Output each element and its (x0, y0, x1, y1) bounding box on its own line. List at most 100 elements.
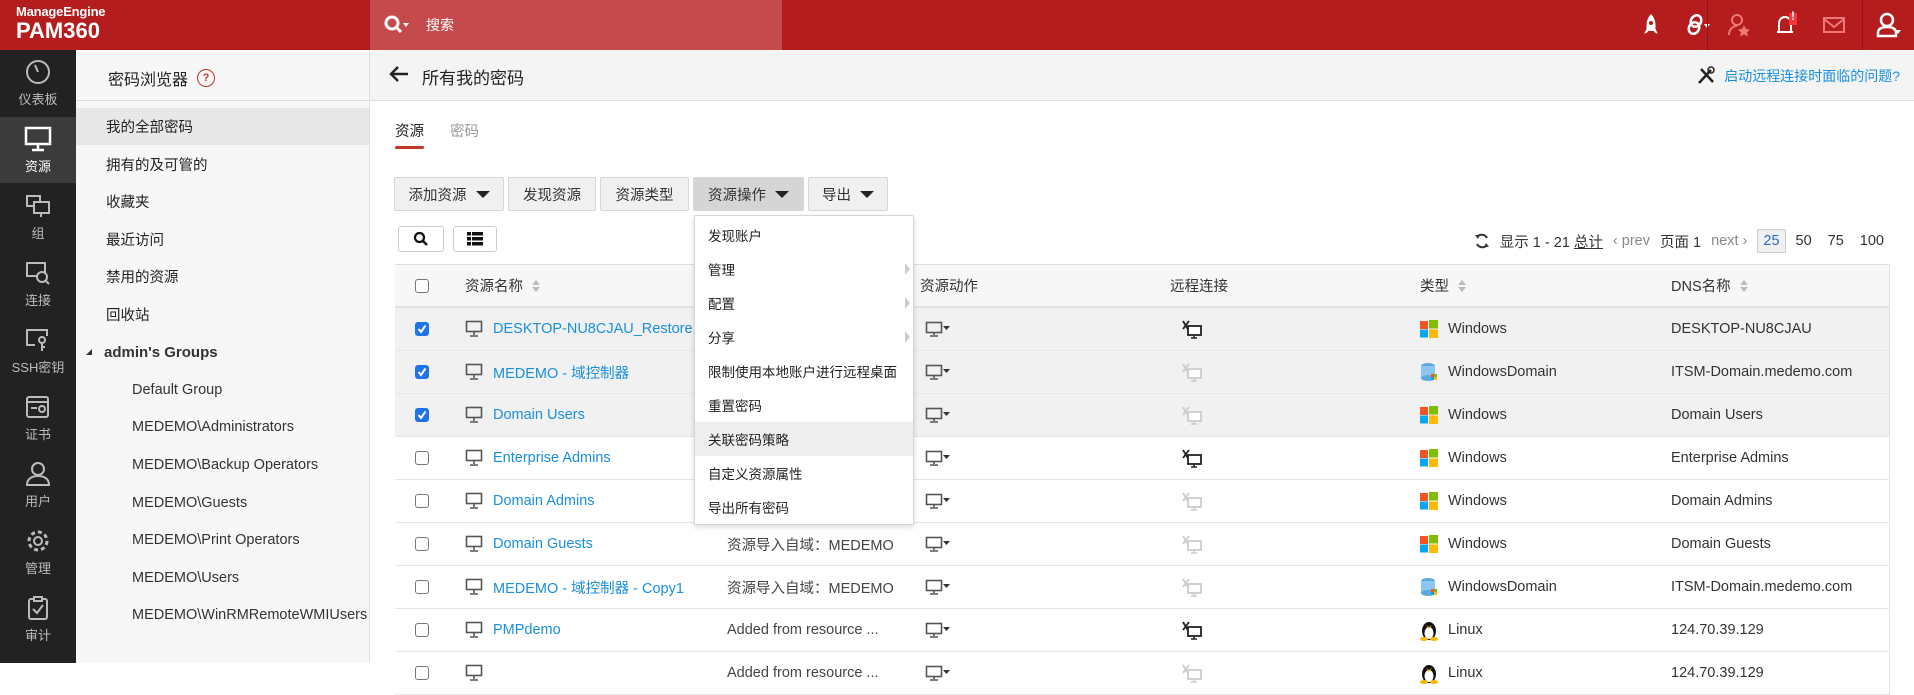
resource-name-link[interactable]: DESKTOP-NU8CJAU_Restore 1 (493, 321, 705, 337)
link-icon[interactable] (1686, 12, 1712, 38)
resource-action-dropdown-icon[interactable] (925, 492, 951, 510)
sort-icon[interactable] (1458, 279, 1466, 292)
row-checkbox[interactable] (415, 322, 429, 336)
nav-item[interactable]: 我的全部密码 (76, 108, 369, 145)
page-size-25[interactable]: 25 (1757, 229, 1786, 253)
module-connection[interactable]: 连接 (0, 251, 76, 317)
row-checkbox[interactable] (415, 580, 429, 594)
row-checkbox[interactable] (415, 623, 429, 637)
menu-item[interactable]: 发现账户 (695, 218, 913, 252)
page-size-100[interactable]: 100 (1860, 233, 1884, 249)
resource-action-dropdown-icon[interactable] (925, 320, 951, 338)
rocket-icon[interactable] (1638, 12, 1664, 38)
row-checkbox[interactable] (415, 451, 429, 465)
resource-name-link[interactable]: Domain Admins (493, 493, 595, 509)
nav-item[interactable]: MEDEMO\WinRMRemoteWMIUsers (76, 597, 369, 634)
table-row[interactable]: Enterprise Admins Windows Enterprise Admin… (395, 437, 1889, 480)
menu-item[interactable]: 分享 (695, 320, 913, 354)
export-button[interactable]: 导出 (808, 177, 888, 211)
user-icon[interactable] (1876, 12, 1902, 38)
prev-button[interactable]: ‹ prev (1613, 233, 1650, 249)
resource-actions-button[interactable]: 资源操作 (693, 177, 804, 211)
resource-action-dropdown-icon[interactable] (925, 621, 951, 639)
column-header-type[interactable]: 类型 (1420, 265, 1466, 306)
resource-action-dropdown-icon[interactable] (925, 578, 951, 596)
page-size-75[interactable]: 75 (1828, 233, 1844, 249)
nav-item[interactable]: 禁用的资源 (76, 258, 369, 295)
row-checkbox[interactable] (415, 537, 429, 551)
menu-item[interactable]: 管理 (695, 252, 913, 286)
logo[interactable]: ManageEngine PAM360 (16, 4, 106, 43)
nav-item[interactable]: 回收站 (76, 296, 369, 333)
resource-types-button[interactable]: 资源类型 (600, 177, 689, 211)
resource-name-link[interactable]: Domain Guests (493, 536, 593, 552)
module-group[interactable]: 组 (0, 184, 76, 250)
table-row[interactable]: Added from resource ... Linux 124.70.39.12… (395, 652, 1889, 695)
resource-action-dropdown-icon[interactable] (925, 363, 951, 381)
help-icon[interactable]: ? (197, 69, 216, 87)
resource-name-link[interactable]: Domain Users (493, 407, 585, 423)
table-row[interactable]: Domain Admins Windows Domain Admins (395, 480, 1889, 523)
next-button[interactable]: next › (1711, 233, 1747, 249)
menu-item[interactable]: 导出所有密码 (695, 490, 913, 524)
remote-help-text[interactable]: 启动远程连接时面临的问题? (1724, 66, 1900, 86)
module-dashboard[interactable]: 仪表板 (0, 50, 76, 116)
resource-name-link[interactable]: MEDEMO - 域控制器 - Copy1 (493, 577, 684, 598)
nav-group-header[interactable]: admin's Groups (76, 334, 369, 371)
remote-connection-icon[interactable] (1181, 319, 1203, 339)
table-row[interactable]: Domain Users Windows Domain Users (395, 394, 1889, 437)
module-audit[interactable]: 审计 (0, 586, 76, 652)
nav-item[interactable]: MEDEMO\Backup Operators (76, 446, 369, 483)
nav-item[interactable]: MEDEMO\Print Operators (76, 522, 369, 559)
menu-item[interactable]: 重置密码 (695, 388, 913, 422)
discover-resources-button[interactable]: 发现资源 (508, 177, 596, 211)
search-input[interactable]: 搜索 (426, 15, 454, 35)
module-gear[interactable]: 管理 (0, 519, 76, 585)
nav-item[interactable]: 最近访问 (76, 221, 369, 258)
nav-item[interactable]: Default Group (76, 371, 369, 408)
table-row[interactable]: Domain Guests 资源导入自域：MEDEMO Windows Domain … (395, 523, 1889, 566)
row-checkbox[interactable] (415, 408, 429, 422)
total-link[interactable]: 总计 (1574, 235, 1603, 251)
sort-icon[interactable] (532, 279, 540, 292)
nav-item[interactable]: MEDEMO\Guests (76, 484, 369, 521)
resource-action-dropdown-icon[interactable] (925, 535, 951, 553)
sort-icon[interactable] (1739, 279, 1748, 292)
bell-icon[interactable]: ! (1773, 9, 1799, 38)
column-header-name[interactable]: 资源名称 (465, 265, 540, 306)
menu-item[interactable]: 关联密码策略 (695, 422, 913, 456)
remote-connection-icon[interactable] (1181, 620, 1203, 640)
collapse-triangle-icon[interactable] (86, 349, 92, 356)
table-row[interactable]: MEDEMO - 域控制器 WindowsDomain ITSM-Domain.me… (395, 351, 1889, 394)
table-row[interactable]: PMPdemo Added from resource ... Linux 124.7… (395, 609, 1889, 652)
tab-resources[interactable]: 资源 (395, 120, 424, 150)
menu-item[interactable]: 配置 (695, 286, 913, 320)
nav-item[interactable]: 拥有的及可管的 (76, 146, 369, 183)
row-checkbox[interactable] (415, 666, 429, 680)
module-ssh-key[interactable]: SSH密钥 (0, 318, 76, 384)
global-search[interactable]: 搜索 (370, 0, 782, 50)
remote-help-link[interactable]: 启动远程连接时面临的问题? (1696, 66, 1900, 86)
nav-item[interactable]: MEDEMO\Administrators (76, 409, 369, 446)
nav-item[interactable]: 收藏夹 (76, 183, 369, 220)
page-size-50[interactable]: 50 (1796, 233, 1812, 249)
resource-name-link[interactable]: PMPdemo (493, 622, 561, 638)
user-star-icon[interactable] (1726, 12, 1752, 38)
table-row[interactable]: DESKTOP-NU8CJAU_Restore 1 Windows DESKTOP-… (395, 308, 1889, 351)
table-row[interactable]: MEDEMO - 域控制器 - Copy1 资源导入自域：MEDEMO Window… (395, 566, 1889, 609)
mail-icon[interactable] (1821, 12, 1847, 38)
nav-item[interactable]: MEDEMO\Users (76, 559, 369, 596)
add-resource-button[interactable]: 添加资源 (394, 177, 504, 211)
tab-passwords[interactable]: 密码 (450, 120, 479, 150)
remote-connection-icon[interactable] (1181, 448, 1203, 468)
row-checkbox[interactable] (415, 494, 429, 508)
column-chooser-button[interactable] (453, 226, 497, 252)
resource-name-link[interactable]: Enterprise Admins (493, 450, 611, 466)
module-user[interactable]: 用户 (0, 452, 76, 518)
row-checkbox[interactable] (415, 365, 429, 379)
search-icon[interactable] (384, 15, 410, 35)
resource-action-dropdown-icon[interactable] (925, 449, 951, 467)
menu-item[interactable]: 自定义资源属性 (695, 456, 913, 490)
resource-action-dropdown-icon[interactable] (925, 406, 951, 424)
column-header-dns[interactable]: DNS名称 (1671, 265, 1748, 306)
